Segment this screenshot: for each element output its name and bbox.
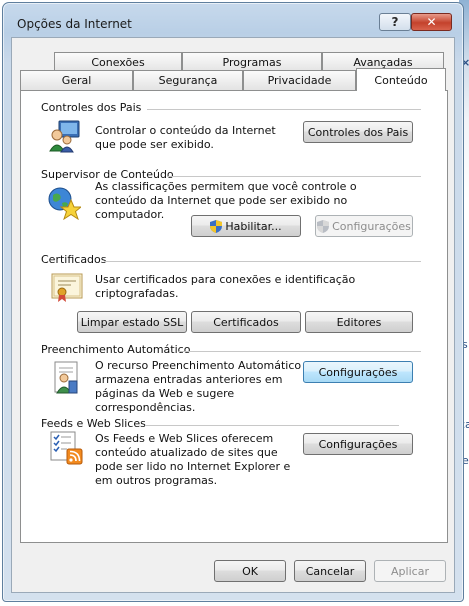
cancel-button[interactable]: Cancelar [294, 560, 366, 582]
parental-controls-description: Controlar o conteúdo da Internet que pod… [95, 124, 276, 151]
button-label: Cancelar [305, 564, 355, 578]
section-divider [145, 425, 399, 426]
section-divider [167, 176, 421, 177]
clear-ssl-state-button[interactable]: Limpar estado SSL [77, 311, 187, 333]
autocomplete-heading: Preenchimento Automático [41, 343, 191, 356]
certificate-icon [51, 273, 83, 302]
dialog-title: Opções da Internet [17, 17, 132, 31]
ok-button[interactable]: OK [214, 560, 286, 582]
button-label: Configurações [318, 365, 398, 379]
button-label: OK [242, 564, 258, 578]
help-button[interactable]: ? [379, 13, 411, 31]
tab-label: Geral [61, 74, 92, 87]
uac-shield-icon [317, 219, 330, 233]
uac-shield-icon [210, 219, 223, 233]
feeds-heading: Feeds e Web Slices [41, 417, 146, 430]
feeds-icon [50, 431, 83, 465]
feeds-settings-button[interactable]: Configurações [303, 433, 413, 455]
certificates-heading: Certificados [41, 253, 107, 266]
tab-geral[interactable]: Geral [20, 70, 133, 90]
certificates-button[interactable]: Certificados [191, 311, 301, 333]
button-label: Certificados [213, 315, 279, 329]
button-label: Controles dos Pais [307, 125, 409, 139]
autocomplete-description: O recurso Preenchimento Automático armaz… [95, 359, 302, 414]
close-icon: ✕ [426, 15, 437, 29]
tab-conteudo[interactable]: Conteúdo [356, 68, 446, 91]
button-label: Habilitar... [225, 219, 282, 233]
button-label: Editores [336, 315, 382, 329]
autocomplete-settings-button[interactable]: Configurações [303, 361, 413, 383]
internet-options-dialog: Opções da Internet ? ✕ Conexões Programa… [2, 2, 464, 602]
tab-label: Conteúdo [374, 73, 428, 87]
tab-label: Segurança [158, 74, 218, 87]
button-label: Configurações [318, 437, 398, 451]
tab-label: Programas [222, 56, 282, 69]
help-icon: ? [391, 15, 399, 29]
advisor-settings-button[interactable]: Configurações [315, 215, 413, 237]
tab-conexoes[interactable]: Conexões [54, 52, 182, 72]
content-tab-panel: Controles dos Pais Controlar o conteúdo … [20, 90, 448, 543]
parental-controls-heading: Controles dos Pais [41, 101, 142, 114]
parental-controls-icon [49, 120, 80, 153]
button-label: Configurações [332, 219, 411, 233]
close-button[interactable]: ✕ [411, 13, 452, 31]
tab-programas[interactable]: Programas [182, 52, 322, 72]
enable-advisor-button[interactable]: Habilitar... [191, 215, 301, 237]
button-label: Aplicar [391, 564, 429, 578]
tab-privacidade[interactable]: Privacidade [243, 70, 356, 90]
dialog-client-area: Conexões Programas Avançadas Geral Segur… [11, 37, 455, 593]
autocomplete-icon [54, 361, 78, 394]
title-bar[interactable]: Opções da Internet ? ✕ [3, 3, 463, 37]
parental-controls-button[interactable]: Controles dos Pais [303, 121, 413, 143]
tab-label: Privacidade [267, 74, 332, 87]
tab-label: Conexões [91, 56, 145, 69]
section-divider [147, 109, 421, 110]
section-divider [105, 261, 421, 262]
publishers-button[interactable]: Editores [305, 311, 413, 333]
apply-button[interactable]: Aplicar [374, 560, 446, 582]
certificates-description: Usar certificados para conexões e identi… [95, 273, 356, 300]
feeds-description: Os Feeds e Web Slices oferecem conteúdo … [95, 432, 291, 487]
section-divider [179, 351, 421, 352]
tab-seguranca[interactable]: Segurança [133, 70, 243, 90]
content-advisor-icon [48, 187, 81, 220]
button-label: Limpar estado SSL [80, 315, 184, 329]
